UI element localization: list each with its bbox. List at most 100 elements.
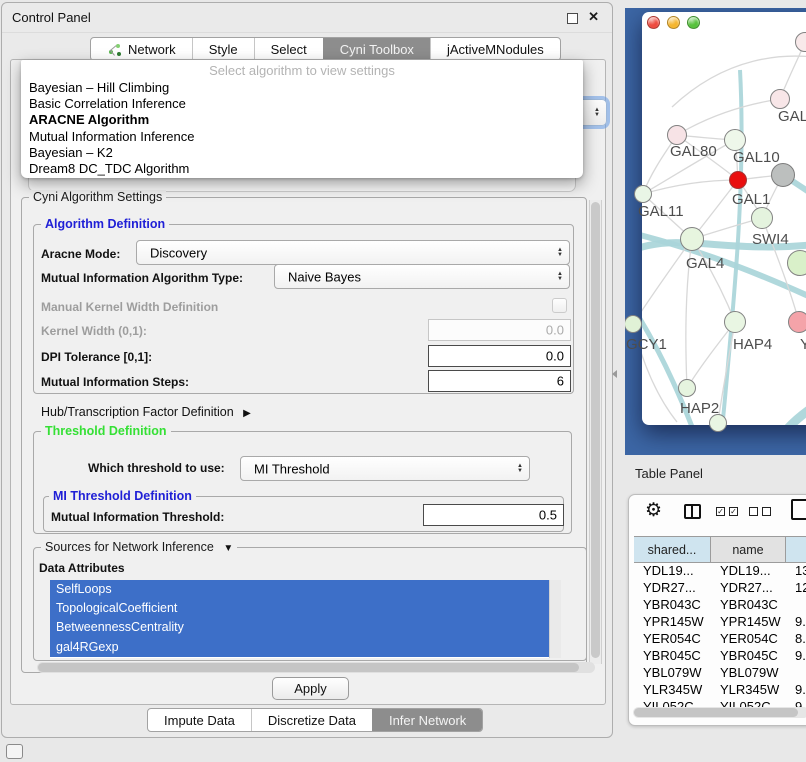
network-node-swi4[interactable] bbox=[787, 250, 806, 276]
network-node-gal4[interactable] bbox=[680, 227, 704, 251]
control-panel-bottom-tabs: Impute Data Discretize Data Infer Network bbox=[147, 708, 483, 732]
kernel-width-value: 0.0 bbox=[546, 323, 564, 338]
network-node-hap4[interactable] bbox=[724, 311, 746, 333]
minimized-panel-icon[interactable] bbox=[6, 744, 23, 759]
tab-select[interactable]: Select bbox=[254, 38, 323, 60]
table-cell: 9. bbox=[786, 614, 806, 629]
node-label: GAL11 bbox=[638, 203, 684, 220]
table-row[interactable]: YPR145WYPR145W9. bbox=[634, 613, 806, 630]
screenshot-root: Control Panel ✕ Network StyleSelectCyni T… bbox=[0, 0, 806, 762]
manual-kernel-checkbox[interactable] bbox=[552, 298, 567, 313]
table-row[interactable]: YBR043CYBR043C bbox=[634, 596, 806, 613]
tab-style[interactable]: Style bbox=[192, 38, 254, 60]
tab-label: Discretize Data bbox=[268, 713, 356, 728]
algorithm-option-dream8-dc-tdc-algorithm[interactable]: Dream8 DC_TDC Algorithm bbox=[21, 161, 583, 177]
tab-label: Network bbox=[128, 42, 176, 57]
network-node[interactable] bbox=[771, 163, 795, 187]
network-node-y[interactable] bbox=[788, 311, 806, 333]
hub-definition-toggle[interactable]: Hub/Transcription Factor Definition ▶ bbox=[41, 405, 251, 419]
network-node-gal80[interactable] bbox=[667, 125, 687, 145]
algorithm-option-bayesian-k2[interactable]: Bayesian – K2 bbox=[21, 145, 583, 161]
table-row[interactable]: YLR345WYLR345W9. bbox=[634, 681, 806, 698]
tab-infer-network[interactable]: Infer Network bbox=[372, 709, 482, 731]
split-view-icon[interactable] bbox=[684, 504, 701, 519]
network-node-gal[interactable] bbox=[770, 89, 790, 109]
zoom-window-button[interactable] bbox=[687, 16, 700, 29]
network-node[interactable] bbox=[729, 171, 747, 189]
network-desktop: GALGAL80GAL10GAL1GAL11GAL4SWI4GCY1HAP4YH… bbox=[625, 8, 806, 455]
network-node-gal1[interactable] bbox=[751, 207, 773, 229]
close-panel-icon[interactable]: ✕ bbox=[588, 9, 599, 25]
attribute-item-gal4rgexp[interactable]: gal4RGexp bbox=[50, 638, 549, 657]
mi-threshold-title: MI Threshold Definition bbox=[49, 489, 196, 503]
control-panel-title: Control Panel bbox=[12, 10, 91, 25]
apply-button[interactable]: Apply bbox=[272, 677, 349, 700]
float-panel-icon[interactable] bbox=[567, 13, 578, 24]
table-cell: YDR27... bbox=[711, 580, 786, 595]
which-threshold-combo[interactable]: MI Threshold ▲▼ bbox=[240, 456, 530, 481]
table-row[interactable]: YBL079WYBL079W bbox=[634, 664, 806, 681]
column-header-hidden[interactable] bbox=[786, 537, 806, 562]
attribute-item-selfloops[interactable]: SelfLoops bbox=[50, 580, 549, 599]
mi-threshold-field[interactable]: 0.5 bbox=[423, 504, 564, 526]
node-label: GCY1 bbox=[626, 336, 667, 353]
control-panel-titlebar: Control Panel ✕ bbox=[2, 3, 612, 33]
tab-impute-data[interactable]: Impute Data bbox=[148, 709, 251, 731]
table-row[interactable]: YER054CYER054C8. bbox=[634, 630, 806, 647]
table-cell: YBL079W bbox=[711, 665, 786, 680]
unselect-all-columns-icon[interactable] bbox=[749, 507, 771, 516]
select-all-columns-icon[interactable]: ✓✓ bbox=[716, 507, 738, 516]
expand-icon: ▶ bbox=[243, 408, 251, 419]
tab-cyni-toolbox[interactable]: Cyni Toolbox bbox=[323, 38, 430, 60]
mi-type-label: Mutual Information Algorithm Type: bbox=[41, 271, 243, 285]
algorithm-option-bayesian-hill-climbing[interactable]: Bayesian – Hill Climbing bbox=[21, 80, 583, 96]
report-icon[interactable] bbox=[791, 499, 806, 520]
sources-title[interactable]: Sources for Network Inference ▼ bbox=[41, 540, 237, 554]
table-cell: YBL079W bbox=[634, 665, 711, 680]
attribute-item-betweennesscentrality[interactable]: BetweennessCentrality bbox=[50, 618, 549, 637]
column-header-name[interactable]: name bbox=[711, 537, 786, 562]
table-cell: 13 bbox=[786, 563, 806, 578]
tab-discretize-data[interactable]: Discretize Data bbox=[251, 709, 372, 731]
close-window-button[interactable] bbox=[647, 16, 660, 29]
mi-threshold-label: Mutual Information Threshold: bbox=[51, 510, 224, 524]
aracne-mode-combo[interactable]: Discovery ▲▼ bbox=[136, 240, 570, 265]
settings-horizontal-scrollbar[interactable] bbox=[37, 662, 595, 673]
which-threshold-label: Which threshold to use: bbox=[88, 461, 225, 475]
network-node-gal11[interactable] bbox=[634, 185, 652, 203]
minimize-window-button[interactable] bbox=[667, 16, 680, 29]
sources-title-label: Sources for Network Inference bbox=[45, 540, 214, 554]
table-cell: YLR345W bbox=[634, 682, 711, 697]
attributes-scrollbar[interactable] bbox=[549, 580, 561, 658]
algorithm-option-basic-correlation-inference[interactable]: Basic Correlation Inference bbox=[21, 96, 583, 112]
attribute-item-topologicalcoefficient[interactable]: TopologicalCoefficient bbox=[50, 599, 549, 618]
network-window[interactable]: GALGAL80GAL10GAL1GAL11GAL4SWI4GCY1HAP4YH… bbox=[642, 12, 806, 425]
mi-type-combo[interactable]: Naive Bayes ▲▼ bbox=[274, 264, 570, 289]
table-row[interactable]: YBR045CYBR045C9. bbox=[634, 647, 806, 664]
stepper-arrows-icon: ▲▼ bbox=[594, 108, 600, 118]
network-node-hap2[interactable] bbox=[678, 379, 696, 397]
tab-network[interactable]: Network bbox=[91, 38, 192, 60]
algorithm-option-mutual-information-inference[interactable]: Mutual Information Inference bbox=[21, 129, 583, 145]
network-node-gal10[interactable] bbox=[724, 129, 746, 151]
tab-label: Impute Data bbox=[164, 713, 235, 728]
split-collapse-icon[interactable] bbox=[612, 370, 617, 378]
table-horizontal-scrollbar[interactable] bbox=[633, 707, 806, 718]
node-label: GAL4 bbox=[686, 255, 724, 272]
network-node-gcy1[interactable] bbox=[625, 315, 642, 333]
table-cell: YDL19... bbox=[711, 563, 786, 578]
stepper-arrows-icon: ▲▼ bbox=[557, 248, 563, 258]
table-cell: YBR043C bbox=[711, 597, 786, 612]
algorithm-option-aracne-algorithm[interactable]: ARACNE Algorithm bbox=[21, 112, 583, 128]
table-row[interactable]: YDR27...YDR27...12 bbox=[634, 579, 806, 596]
gear-icon[interactable]: ⚙ bbox=[645, 499, 662, 522]
data-attributes-list: SelfLoopsTopologicalCoefficientBetweenne… bbox=[50, 580, 549, 658]
tab-label: Infer Network bbox=[389, 713, 466, 728]
table-row[interactable]: YDL19...YDL19...13 bbox=[634, 562, 806, 579]
settings-vertical-scrollbar[interactable] bbox=[589, 200, 602, 664]
column-header-shared[interactable]: shared... bbox=[634, 537, 711, 562]
dpi-tolerance-field[interactable]: 0.0 bbox=[428, 345, 571, 367]
cyni-settings-title: Cyni Algorithm Settings bbox=[29, 190, 166, 204]
tab-jactivemnodules[interactable]: jActiveMNodules bbox=[430, 38, 560, 60]
mi-steps-field[interactable]: 6 bbox=[428, 370, 571, 392]
